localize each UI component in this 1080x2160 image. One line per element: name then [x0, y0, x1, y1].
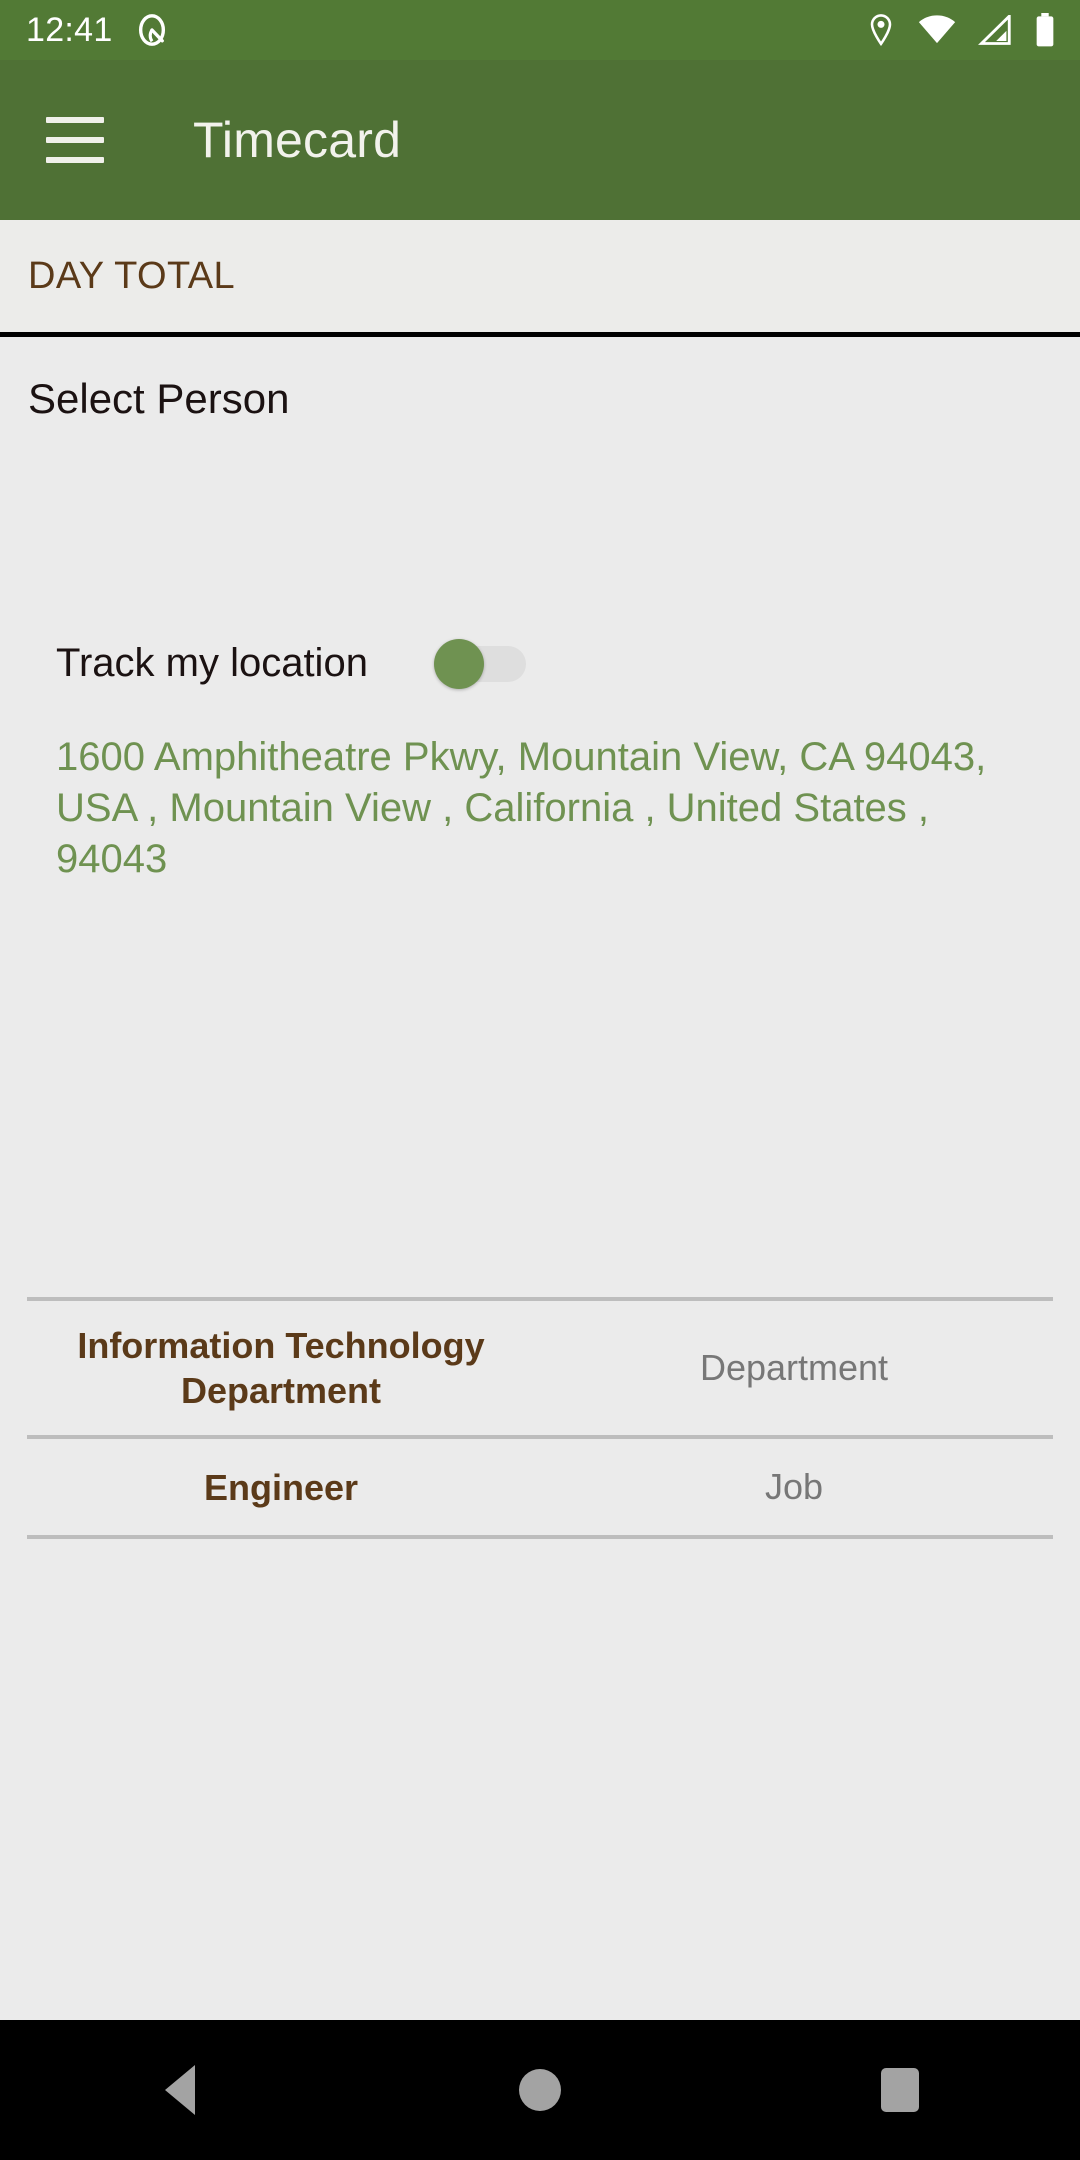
department-value: Information Technology Department: [77, 1325, 485, 1411]
back-triangle-icon: [165, 2065, 195, 2115]
hamburger-bar-top: [46, 117, 104, 123]
job-key: Job: [764, 1466, 824, 1507]
hamburger-menu-icon[interactable]: [46, 117, 104, 163]
status-bar-clock: 12:41: [26, 11, 113, 49]
employee-detail-table: Information Technology Department Depart…: [27, 1297, 1053, 1539]
screenshot-capture-icon: [138, 14, 165, 46]
detail-divider-bottom: [27, 1535, 1053, 1539]
nav-back-button[interactable]: [90, 2020, 270, 2160]
app-bar: Timecard: [0, 60, 1080, 220]
select-person-row[interactable]: Select Person: [28, 357, 1028, 441]
track-location-row: Track my location: [56, 639, 526, 689]
current-location-address: 1600 Amphitheatre Pkwy, Mountain View, C…: [56, 735, 987, 881]
department-key: Department: [699, 1347, 889, 1388]
hamburger-bar-bottom: [46, 157, 104, 163]
home-circle-icon: [519, 2069, 561, 2111]
status-bar-system-icons: [866, 13, 1056, 47]
table-row[interactable]: Engineer Job: [27, 1439, 1053, 1535]
cellular-signal-icon: [978, 15, 1011, 45]
nav-recents-button[interactable]: [810, 2020, 990, 2160]
main-content: Select Person Track my location 1600 Amp…: [0, 337, 1080, 2020]
track-location-toggle[interactable]: [433, 639, 526, 689]
recents-square-icon: [881, 2068, 919, 2112]
track-location-label: Track my location: [56, 641, 368, 685]
hamburger-bar-middle: [46, 137, 104, 143]
toggle-thumb: [433, 639, 484, 689]
wifi-icon: [918, 15, 956, 44]
day-total-section: DAY TOTAL: [0, 220, 1080, 332]
android-navigation-bar: [0, 2020, 1080, 2160]
status-bar: 12:41: [0, 0, 1080, 60]
page-title: Timecard: [193, 112, 402, 168]
battery-icon: [1036, 13, 1054, 47]
nav-home-button[interactable]: [450, 2020, 630, 2160]
job-value: Engineer: [203, 1466, 359, 1508]
location-pin-icon: [870, 14, 892, 47]
status-bar-notification-icons: [135, 13, 169, 47]
table-row[interactable]: Information Technology Department Depart…: [27, 1301, 1053, 1435]
day-total-label: DAY TOTAL: [28, 255, 236, 297]
select-person-label: Select Person: [28, 375, 290, 422]
